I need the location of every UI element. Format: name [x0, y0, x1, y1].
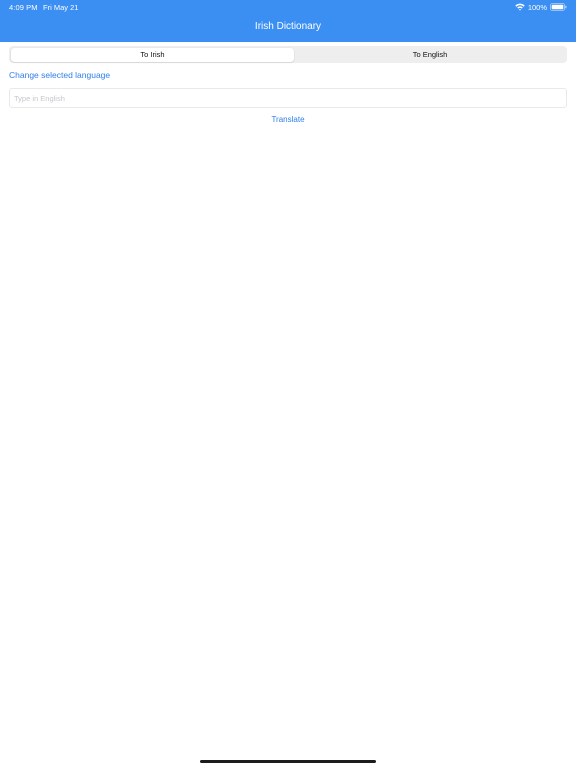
home-indicator — [200, 760, 376, 763]
battery-percentage: 100% — [527, 2, 547, 12]
change-language-link[interactable]: Change selected language — [9, 70, 110, 80]
search-input[interactable] — [9, 88, 567, 108]
direction-segmented-control: To Irish To English — [9, 46, 567, 63]
wifi-icon — [515, 3, 525, 11]
page-title: Irish Dictionary — [254, 21, 322, 32]
status-time: 4:09 PM — [9, 3, 38, 12]
segment-to-english[interactable]: To English — [295, 48, 565, 62]
status-date: Fri May 21 — [43, 3, 79, 12]
segment-to-irish[interactable]: To Irish — [11, 47, 294, 62]
translate-button[interactable]: Translate — [0, 115, 576, 124]
app-screen: 4:09 PM Fri May 21 100% Irish Dictionary… — [0, 0, 576, 768]
status-indicators: 100% — [515, 2, 567, 12]
header-bar: 4:09 PM Fri May 21 100% Irish Dictionary — [0, 0, 576, 42]
battery-icon — [550, 3, 567, 11]
